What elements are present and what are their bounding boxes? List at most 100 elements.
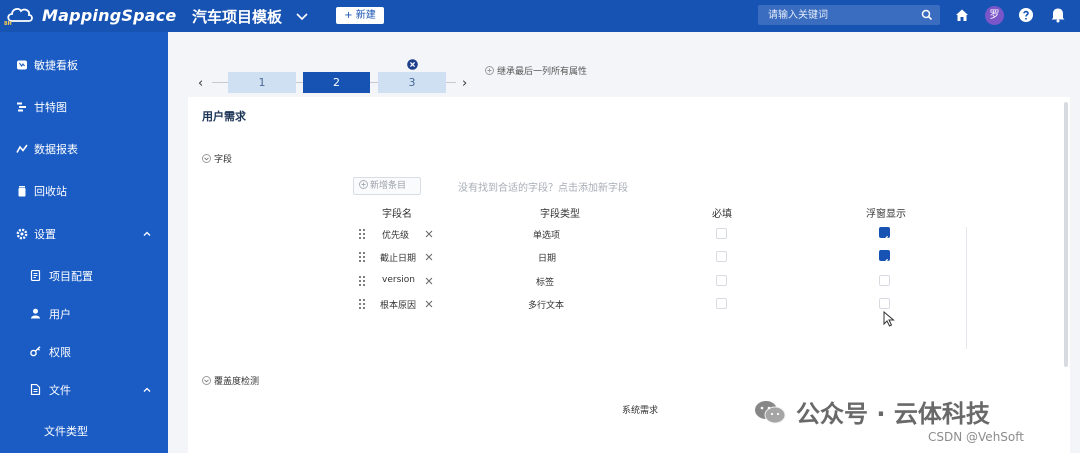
- sidebar-item-label: 回收站: [34, 185, 67, 198]
- sidebar-item-label: 用户: [49, 308, 71, 321]
- remove-field-icon[interactable]: [425, 253, 433, 261]
- top-bar: 8H MappingSpace 汽车项目模板 + 新建 罗: [0, 0, 1080, 32]
- sidebar-item-label: 项目配置: [49, 270, 93, 283]
- coverage-section-label: 覆盖度检测: [214, 377, 260, 387]
- chevron-down-icon[interactable]: [294, 8, 310, 24]
- sidebar-item-label: 文件类型: [44, 425, 88, 438]
- remove-field-icon[interactable]: [425, 230, 433, 238]
- add-entry-button[interactable]: 新增条目: [353, 177, 421, 195]
- chevron-down-icon: [202, 154, 211, 163]
- drag-handle-icon[interactable]: [358, 251, 366, 263]
- sidebar-item-project-config[interactable]: 项目配置: [0, 258, 168, 294]
- new-button[interactable]: + 新建: [336, 7, 384, 24]
- gear-icon: [16, 228, 28, 240]
- field-type: 标签: [536, 278, 555, 288]
- field-type: 单选项: [533, 231, 561, 241]
- help-icon[interactable]: [1018, 7, 1034, 23]
- search-input[interactable]: [758, 5, 918, 25]
- project-title[interactable]: 汽车项目模板: [192, 6, 282, 27]
- check-icon: [881, 235, 889, 242]
- sidebar-item-label: 敏捷看板: [34, 59, 78, 72]
- column-header-name: 字段名: [382, 209, 412, 220]
- plus-circle-icon: [485, 66, 494, 75]
- sidebar-item-label: 权限: [49, 346, 71, 359]
- logo-text[interactable]: MappingSpace: [42, 6, 176, 25]
- sidebar: 敏捷看板 甘特图 数据报表 回收站 设置 项目配置 用户 权限 文件 文件类型: [0, 32, 168, 453]
- inherit-attributes-toggle[interactable]: 继承最后一列所有属性: [485, 64, 587, 77]
- required-checkbox[interactable]: [716, 298, 727, 309]
- sidebar-item-gantt[interactable]: 甘特图: [0, 88, 168, 128]
- sidebar-item-kanban[interactable]: 敏捷看板: [0, 46, 168, 86]
- required-checkbox[interactable]: [716, 228, 727, 239]
- stepper-prev-button[interactable]: ‹: [198, 76, 203, 91]
- user-icon: [31, 308, 40, 319]
- wechat-icon: [755, 401, 786, 424]
- drag-handle-icon[interactable]: [358, 228, 366, 240]
- stepper-next-button[interactable]: ›: [462, 76, 467, 91]
- step-connector: [296, 82, 303, 83]
- remove-field-icon[interactable]: [425, 277, 433, 285]
- coverage-item: 系统需求: [622, 406, 659, 416]
- chevron-down-icon: [202, 376, 211, 385]
- sidebar-item-settings[interactable]: 设置: [0, 215, 168, 255]
- check-icon: [881, 258, 889, 265]
- sidebar-item-label: 数据报表: [34, 143, 78, 156]
- drag-handle-icon[interactable]: [358, 275, 366, 287]
- sidebar-item-recycle[interactable]: 回收站: [0, 172, 168, 212]
- search-icon[interactable]: [921, 9, 933, 21]
- bell-icon[interactable]: [1050, 6, 1066, 23]
- column-header-type: 字段类型: [540, 209, 580, 220]
- card-title: 用户需求: [202, 110, 246, 123]
- kanban-icon: [17, 60, 27, 70]
- field-name: 优先级: [382, 231, 410, 241]
- sidebar-item-users[interactable]: 用户: [0, 296, 168, 332]
- column-header-popup: 浮窗显示: [866, 209, 906, 220]
- step-1[interactable]: 1: [228, 72, 296, 93]
- home-icon[interactable]: [954, 7, 970, 23]
- step-connector: [446, 82, 456, 83]
- field-name: version: [382, 275, 415, 285]
- chevron-up-icon[interactable]: [142, 385, 152, 395]
- field-type: 日期: [538, 254, 557, 264]
- sidebar-item-reports[interactable]: 数据报表: [0, 130, 168, 170]
- popup-checkbox[interactable]: [879, 227, 890, 242]
- step-2[interactable]: 2: [303, 72, 370, 93]
- inherit-label: 继承最后一列所有属性: [497, 67, 588, 77]
- field-name: 截止日期: [380, 254, 417, 264]
- search-box: [758, 5, 940, 25]
- sidebar-item-label: 甘特图: [34, 101, 67, 114]
- step-3[interactable]: 3: [378, 72, 446, 93]
- required-checkbox[interactable]: [716, 275, 727, 286]
- watermark: 公众号 · 云体科技: [752, 394, 990, 429]
- remove-field-icon[interactable]: [425, 300, 433, 308]
- drag-handle-icon[interactable]: [358, 298, 366, 310]
- add-field-hint-link[interactable]: 没有找到合适的字段？点击添加新字段: [458, 179, 628, 194]
- popup-checkbox[interactable]: [879, 275, 890, 286]
- coverage-section-toggle[interactable]: 覆盖度检测: [202, 374, 259, 387]
- gantt-icon: [17, 102, 26, 112]
- vertical-scrollbar[interactable]: [1064, 102, 1068, 367]
- fields-section-label: 字段: [214, 155, 233, 165]
- trash-icon: [18, 186, 26, 197]
- mouse-cursor-icon: [883, 311, 895, 327]
- avatar[interactable]: 罗: [985, 6, 1004, 25]
- logo-sub-text: 8H: [4, 21, 12, 27]
- sidebar-item-file-types[interactable]: 文件类型: [0, 413, 168, 449]
- step-connector: [370, 82, 378, 83]
- sidebar-item-files[interactable]: 文件: [0, 372, 168, 408]
- csdn-credit: CSDN @VehSoft: [928, 430, 1024, 444]
- field-type: 多行文本: [528, 301, 565, 311]
- plus-circle-icon: [359, 180, 368, 189]
- sidebar-item-permissions[interactable]: 权限: [0, 334, 168, 370]
- sidebar-item-label: 设置: [34, 228, 56, 241]
- popup-checkbox[interactable]: [879, 250, 890, 265]
- chevron-up-icon[interactable]: [142, 229, 152, 239]
- popup-checkbox[interactable]: [879, 298, 890, 309]
- required-checkbox[interactable]: [716, 251, 727, 262]
- column-header-required: 必填: [712, 209, 732, 220]
- chart-icon: [16, 144, 28, 153]
- file-icon: [30, 384, 41, 395]
- fields-section-toggle[interactable]: 字段: [202, 152, 232, 165]
- add-entry-label: 新增条目: [370, 181, 407, 191]
- close-step-icon[interactable]: [407, 59, 418, 70]
